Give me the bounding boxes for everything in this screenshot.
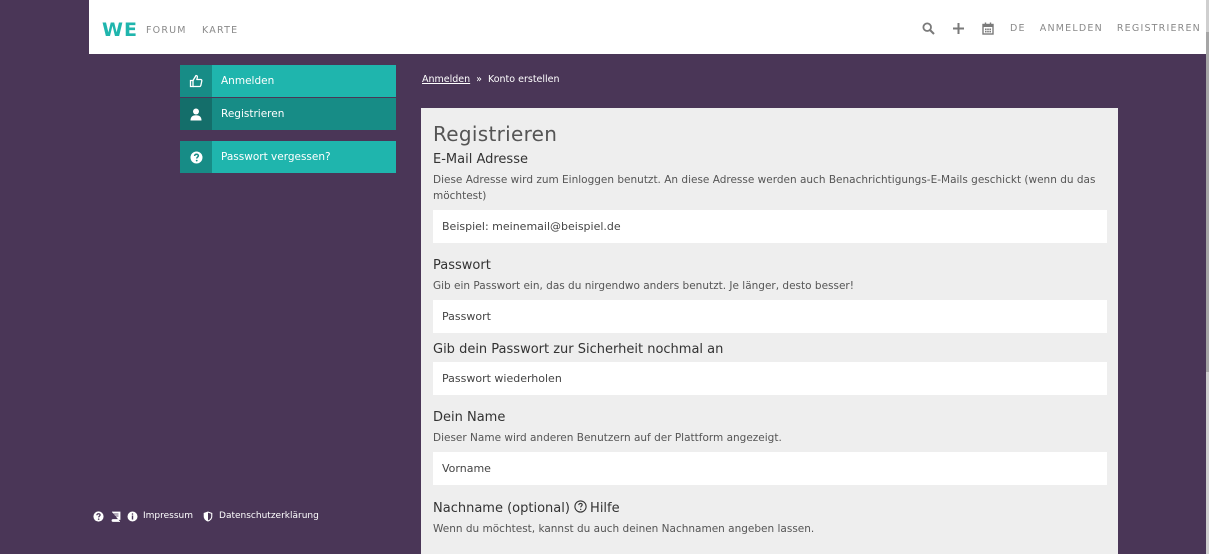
user-icon xyxy=(180,98,212,130)
help-toggle[interactable]: Hilfe xyxy=(574,500,620,516)
name-help: Dieser Name wird anderen Benutzern auf d… xyxy=(433,432,782,444)
firstname-field[interactable] xyxy=(433,452,1107,485)
email-group: E-Mail Adresse Diese Adresse wird zum Ei… xyxy=(433,152,1107,243)
lastname-help: Wenn du möchtest, kannst du auch deinen … xyxy=(433,523,815,535)
password-repeat-group: Gib dein Passwort zur Sicherheit nochmal… xyxy=(433,342,1107,395)
lastname-group: Nachname (optional) Hilfe Wenn du möchte… xyxy=(433,500,1107,537)
top-navbar: WE FORUM KARTE DE ANMELDEN REGISTRIEREN xyxy=(89,0,1209,54)
password-label: Passwort xyxy=(433,258,491,273)
logo[interactable]: WE xyxy=(102,19,138,41)
name-group: Dein Name Dieser Name wird anderen Benut… xyxy=(433,410,1107,485)
breadcrumb-current: Konto erstellen xyxy=(487,74,560,85)
email-label: E-Mail Adresse xyxy=(433,152,528,167)
password-help: Gib ein Passwort ein, das du nirgendwo a… xyxy=(433,280,854,292)
thumbs-up-icon xyxy=(180,65,212,97)
language-switch[interactable]: DE xyxy=(1010,23,1026,34)
breadcrumb-separator: » xyxy=(476,74,482,85)
book-icon[interactable] xyxy=(109,510,121,522)
sidebar-footer: Impressum Datenschutzerklärung xyxy=(92,510,319,522)
search-icon[interactable] xyxy=(920,20,936,36)
nav-register-link[interactable]: REGISTRIEREN xyxy=(1117,23,1201,34)
nav-right-group: DE ANMELDEN REGISTRIEREN xyxy=(920,18,1201,38)
nav-karte-link[interactable]: KARTE xyxy=(202,25,238,36)
question-circle-icon xyxy=(574,500,587,513)
password-group: Passwort Gib ein Passwort ein, das du ni… xyxy=(433,258,1107,333)
sidebar-item-forgot-password[interactable]: Passwort vergessen? xyxy=(180,141,396,173)
calendar-icon[interactable] xyxy=(980,20,996,36)
sidebar-item-label: Anmelden xyxy=(212,65,396,97)
nav-login-link[interactable]: ANMELDEN xyxy=(1040,23,1103,34)
registration-card: Registrieren E-Mail Adresse Diese Adress… xyxy=(421,108,1118,554)
plus-icon[interactable] xyxy=(950,20,966,36)
password-field[interactable] xyxy=(433,300,1107,333)
sidebar-menu: Anmelden Registrieren Passwort vergessen… xyxy=(180,65,396,174)
shield-icon xyxy=(202,510,214,522)
email-field[interactable] xyxy=(433,210,1107,243)
lastname-label-row: Nachname (optional) Hilfe xyxy=(433,500,1107,516)
sidebar-item-register[interactable]: Registrieren xyxy=(180,98,396,130)
impressum-link[interactable]: Impressum xyxy=(143,511,193,521)
password-repeat-label: Gib dein Passwort zur Sicherheit nochmal… xyxy=(433,342,724,357)
email-help: Diese Adresse wird zum Einloggen benutzt… xyxy=(433,174,1096,202)
lastname-label: Nachname (optional) xyxy=(433,501,570,516)
sidebar-item-label: Passwort vergessen? xyxy=(212,141,396,173)
breadcrumb: Anmelden » Konto erstellen xyxy=(422,74,560,85)
password-repeat-field[interactable] xyxy=(433,362,1107,395)
name-label: Dein Name xyxy=(433,410,506,425)
privacy-link[interactable]: Datenschutzerklärung xyxy=(219,511,319,521)
help-label: Hilfe xyxy=(590,501,620,516)
sidebar-item-label: Registrieren xyxy=(212,98,396,130)
info-icon xyxy=(126,510,138,522)
nav-forum-link[interactable]: FORUM xyxy=(146,25,187,36)
breadcrumb-login-link[interactable]: Anmelden xyxy=(422,74,470,85)
help-icon[interactable] xyxy=(92,510,104,522)
sidebar-item-login[interactable]: Anmelden xyxy=(180,65,396,97)
question-circle-icon xyxy=(180,141,212,173)
page-title: Registrieren xyxy=(433,122,558,146)
